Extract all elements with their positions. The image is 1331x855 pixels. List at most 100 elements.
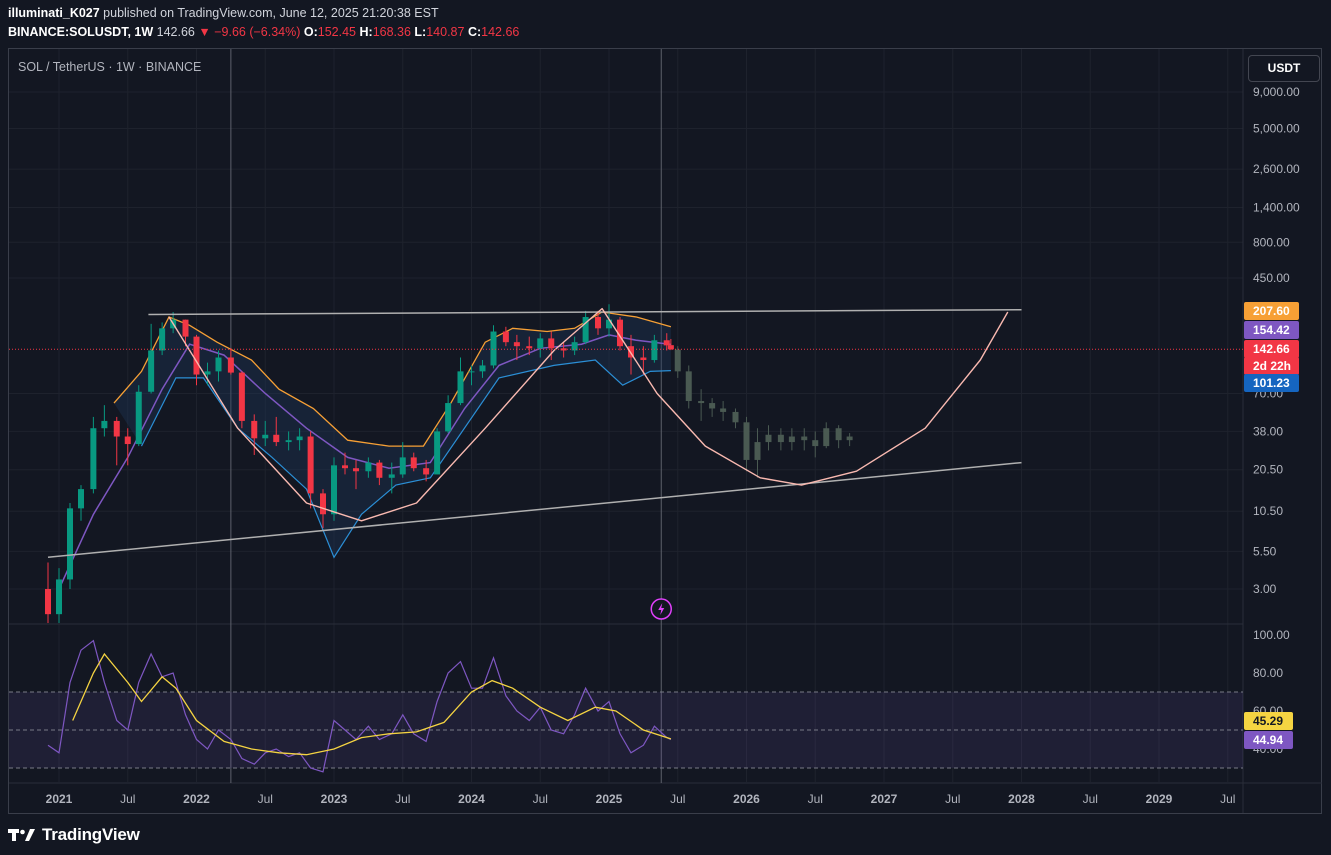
footer-brand: TradingView xyxy=(42,825,140,844)
tradingview-logo[interactable]: TradingView xyxy=(8,823,140,847)
chart-canvas[interactable]: 9,000.00 5,000.00 2,600.00 1,400.00 800.00 45… xyxy=(0,0,1331,855)
bear-candle xyxy=(251,420,258,439)
x-tick-label: 2025 xyxy=(596,792,623,806)
y-tick-label: 450.00 xyxy=(1253,271,1290,285)
rsi-pane xyxy=(9,639,1243,773)
x-tick-label: Jul xyxy=(1083,792,1098,806)
bear-candle xyxy=(193,336,200,375)
forecast-candle xyxy=(777,434,784,443)
x-tick-label: 2023 xyxy=(321,792,348,806)
x-tick-label: 2027 xyxy=(871,792,898,806)
y-tick-label: 5,000.00 xyxy=(1253,122,1300,136)
bull-candle xyxy=(159,328,166,351)
x-tick-label: 2024 xyxy=(458,792,485,806)
forecast-candle xyxy=(788,436,795,443)
bear-candle xyxy=(124,436,131,445)
forecast-candle xyxy=(720,408,727,412)
bull-candle xyxy=(67,508,73,580)
x-tick-label: Jul xyxy=(808,792,823,806)
bear-candle xyxy=(667,345,674,350)
x-tick-label: 2021 xyxy=(46,792,73,806)
bear-candle xyxy=(595,317,601,329)
bull-candle xyxy=(296,436,303,441)
bear-candle xyxy=(502,331,509,343)
bear-candle xyxy=(526,346,533,349)
bear-candle xyxy=(307,436,314,494)
forecast-candle xyxy=(674,349,681,372)
y-tick-label: 5.50 xyxy=(1253,544,1277,558)
forecast-candle xyxy=(765,434,772,443)
currency-button[interactable]: USDT xyxy=(1248,55,1320,82)
x-tick-label: Jul xyxy=(1220,792,1235,806)
misc-markers xyxy=(650,598,672,620)
bear-candle xyxy=(353,468,359,472)
x-tick-label: Jul xyxy=(120,792,135,806)
bull-candle xyxy=(457,371,464,404)
bear-candle xyxy=(663,340,670,346)
bear-candle xyxy=(182,319,189,337)
y-tick-label: 10.50 xyxy=(1253,504,1283,518)
x-tick-label: Jul xyxy=(670,792,685,806)
price-label-text: 101.23 xyxy=(1253,376,1290,390)
x-tick-label: Jul xyxy=(258,792,273,806)
bull-candle xyxy=(388,474,395,478)
bull-candle xyxy=(135,391,142,445)
bull-candle xyxy=(78,489,84,509)
bull-candle xyxy=(90,428,97,490)
bear-candle xyxy=(423,468,430,475)
bull-candle xyxy=(479,365,486,372)
forecast-candle xyxy=(732,411,739,423)
x-tick-label: Jul xyxy=(945,792,960,806)
y-tick-label: 3.00 xyxy=(1253,582,1277,596)
forecast-candle xyxy=(709,403,716,409)
bull-candle xyxy=(365,462,372,472)
bull-candle xyxy=(445,403,452,432)
bull-candle xyxy=(101,420,108,429)
bull-candle xyxy=(537,338,544,349)
bull-candle xyxy=(651,340,658,361)
forecast-candle xyxy=(823,428,830,447)
bear-candle xyxy=(376,462,383,478)
y-tick-label: 38.00 xyxy=(1253,424,1283,438)
forecast-candle xyxy=(698,401,705,404)
pane-title: SOL / TetherUS · 1W · BINANCE xyxy=(18,60,202,74)
bull-candle xyxy=(399,457,406,475)
forecast-candle xyxy=(743,422,750,460)
price-label-text: 154.42 xyxy=(1253,323,1290,337)
rsi-tick-label: 100.00 xyxy=(1253,628,1290,642)
bear-candle xyxy=(113,420,120,437)
x-tick-label: 2028 xyxy=(1008,792,1035,806)
support-trendline xyxy=(47,461,1022,559)
x-tick-label: 2022 xyxy=(183,792,210,806)
bull-candle xyxy=(434,431,441,475)
y-tick-label: 1,400.00 xyxy=(1253,201,1300,215)
bear-candle xyxy=(548,338,555,349)
bull-candle xyxy=(285,440,292,443)
tradingview-icon xyxy=(8,829,35,841)
forecast-candles xyxy=(674,346,853,478)
forecast-candle xyxy=(846,436,853,441)
bull-candle xyxy=(468,371,475,373)
forecast-candle xyxy=(801,436,808,441)
bear-candle xyxy=(238,372,245,421)
price-label-text: 142.66 xyxy=(1253,342,1290,356)
forecast-candle xyxy=(812,440,819,447)
forecast-candle xyxy=(685,371,692,402)
price-label-text: 207.60 xyxy=(1253,304,1290,318)
bull-candle xyxy=(606,319,612,329)
x-tick-label: Jul xyxy=(395,792,410,806)
bear-candle xyxy=(45,589,51,615)
price-label-text: 2d 22h xyxy=(1253,359,1291,373)
bull-candle xyxy=(262,434,269,439)
bull-candle xyxy=(204,371,211,375)
bull-candle xyxy=(331,465,337,515)
rsi-label-text: 44.94 xyxy=(1253,733,1283,747)
bear-candle xyxy=(410,457,417,469)
x-tick-label: 2029 xyxy=(1146,792,1173,806)
bear-candle xyxy=(640,357,647,361)
price-labels: 207.60 154.42 142.66 2d 22h 101.23 45.29 44.94 xyxy=(1244,302,1299,749)
x-tick-label: 2026 xyxy=(733,792,760,806)
y-tick-label: 800.00 xyxy=(1253,235,1290,249)
bear-candle xyxy=(320,493,326,515)
x-tick-label: Jul xyxy=(533,792,548,806)
